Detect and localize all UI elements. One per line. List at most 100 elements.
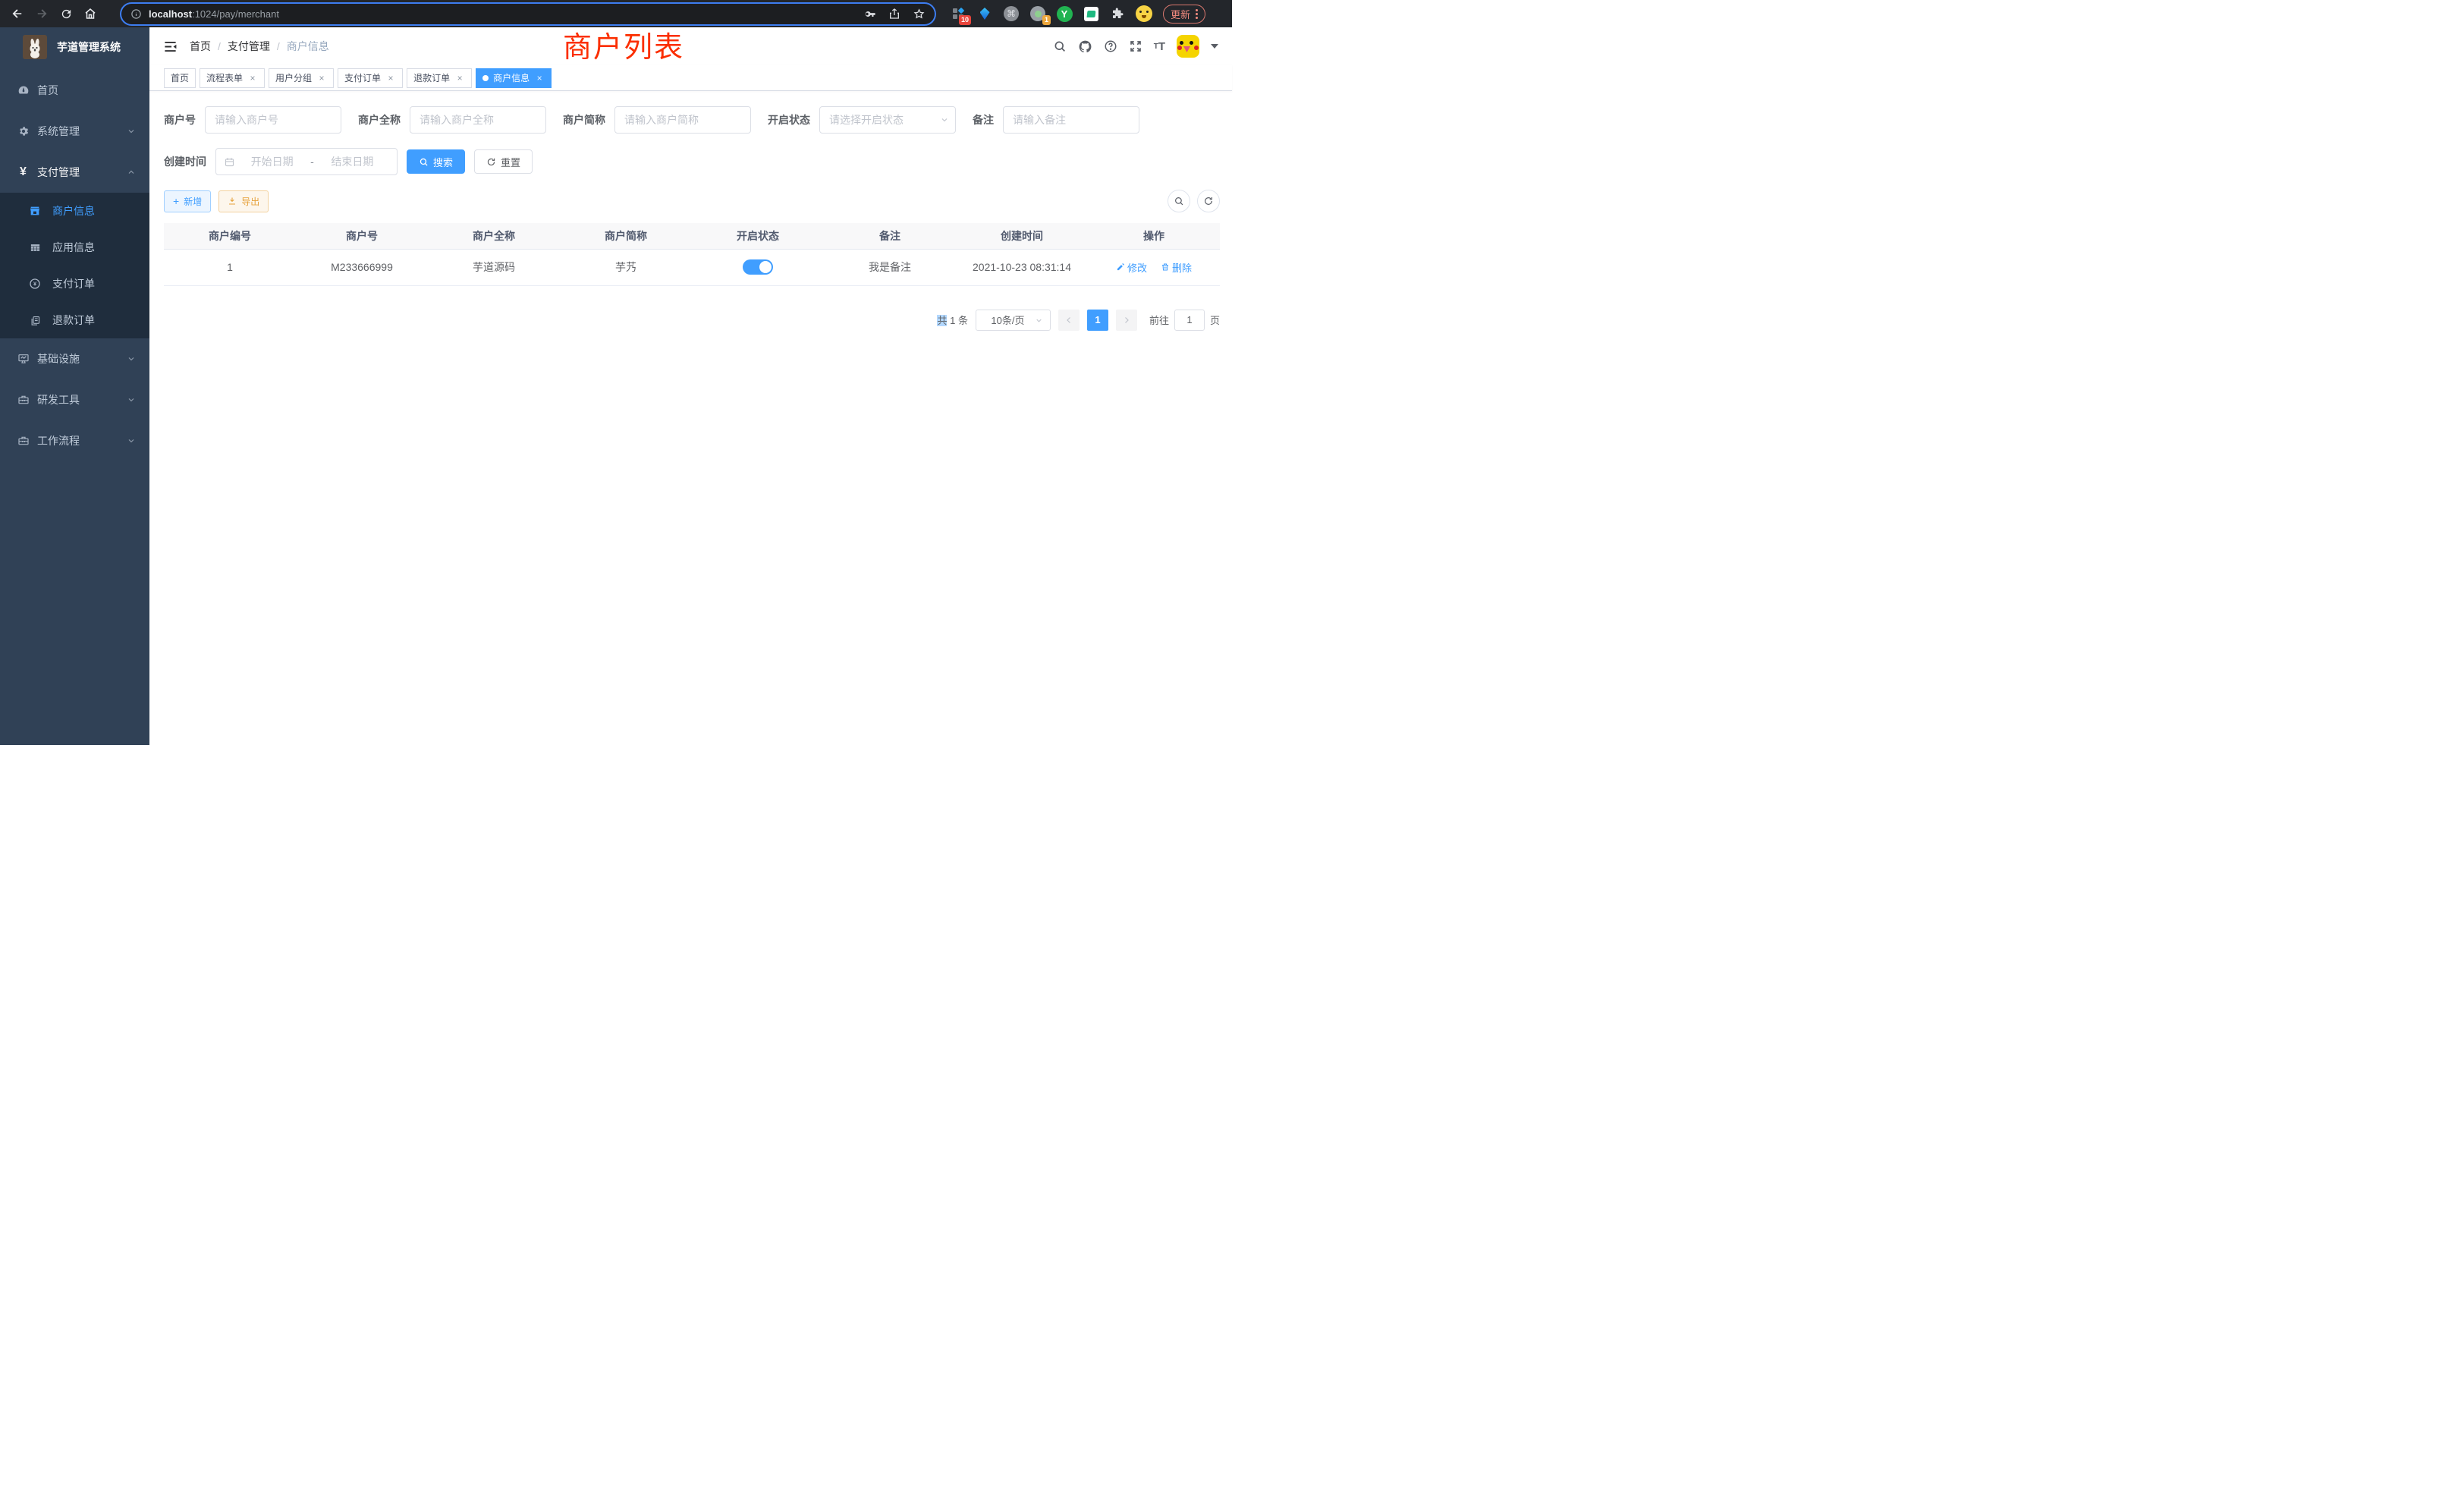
site-info-icon[interactable] <box>130 8 142 20</box>
bookmark-star-icon[interactable] <box>913 8 926 20</box>
status-toggle[interactable] <box>743 259 773 275</box>
extension-command-icon[interactable]: ⌘ <box>1003 5 1020 22</box>
sidebar-item-app-info[interactable]: 应用信息 <box>0 229 149 266</box>
edit-link[interactable]: 修改 <box>1116 260 1147 275</box>
status-select[interactable] <box>819 106 956 134</box>
date-start-placeholder: 开始日期 <box>235 154 309 169</box>
remark-input[interactable] <box>1003 106 1139 134</box>
cell-short-name: 芋艿 <box>560 249 692 285</box>
goto-label: 前往 <box>1149 313 1169 327</box>
status-label: 开启状态 <box>768 112 810 127</box>
breadcrumb: 首页 / 支付管理 / 商户信息 <box>190 39 329 54</box>
page-1-button[interactable]: 1 <box>1087 310 1108 331</box>
create-time-range-picker[interactable]: 开始日期 - 结束日期 <box>215 148 398 175</box>
close-icon[interactable]: × <box>316 73 327 83</box>
export-button[interactable]: 导出 <box>218 190 269 212</box>
short-name-input[interactable] <box>614 106 751 134</box>
tab-process-form[interactable]: 流程表单 × <box>200 68 265 88</box>
sidebar-menu: 首页 系统管理 ¥ 支付管理 <box>0 70 149 461</box>
address-bar[interactable]: localhost:1024/pay/merchant <box>121 4 935 24</box>
browser-profile-avatar[interactable] <box>1136 5 1152 22</box>
header-search-icon[interactable] <box>1053 39 1067 53</box>
extension-badge: 10 <box>959 15 971 25</box>
close-icon[interactable]: × <box>247 73 258 83</box>
delete-link[interactable]: 删除 <box>1161 260 1192 275</box>
close-icon[interactable]: × <box>534 73 545 83</box>
sidebar-item-payment[interactable]: ¥ 支付管理 <box>0 152 149 193</box>
store-icon <box>29 205 41 217</box>
font-size-icon[interactable]: TT <box>1154 40 1165 53</box>
add-button[interactable]: + 新增 <box>164 190 211 212</box>
breadcrumb-payment[interactable]: 支付管理 <box>228 39 270 54</box>
logo-image <box>23 35 47 59</box>
toolbox-icon <box>17 394 30 407</box>
sidebar-item-merchant-info[interactable]: 商户信息 <box>0 193 149 229</box>
merchant-no-label: 商户号 <box>164 112 196 127</box>
merchant-no-input[interactable] <box>205 106 341 134</box>
tab-merchant-info[interactable]: 商户信息 × <box>476 68 552 88</box>
cell-remark: 我是备注 <box>824 249 956 285</box>
prev-page-button[interactable] <box>1058 310 1080 331</box>
refresh-icon <box>1203 196 1214 206</box>
extension-chat-icon[interactable] <box>1083 5 1099 22</box>
extension-y-icon[interactable]: Y <box>1056 5 1073 22</box>
sidebar-item-infrastructure[interactable]: 基础设施 <box>0 338 149 379</box>
browser-update-button[interactable]: 更新 <box>1163 5 1205 24</box>
password-key-icon[interactable] <box>863 8 876 20</box>
tab-pay-order[interactable]: 支付订单 × <box>338 68 403 88</box>
cell-create-time: 2021-10-23 08:31:14 <box>956 249 1088 285</box>
browser-reload-icon[interactable] <box>56 4 76 24</box>
github-icon[interactable] <box>1078 39 1092 54</box>
col-remark: 备注 <box>824 223 956 249</box>
avatar-caret-icon[interactable] <box>1211 44 1218 49</box>
search-button[interactable]: 搜索 <box>407 149 465 174</box>
browser-forward-icon[interactable] <box>32 4 52 24</box>
sidebar-item-pay-order[interactable]: ¥ 支付订单 <box>0 266 149 302</box>
chevron-down-icon <box>940 115 949 124</box>
close-icon[interactable]: × <box>385 73 396 83</box>
extension-dot-icon[interactable]: 1 <box>1029 5 1046 22</box>
create-time-label: 创建时间 <box>164 154 206 169</box>
page-size-select[interactable]: 10条/页 <box>976 310 1051 331</box>
merchant-table: 商户编号 商户号 商户全称 商户简称 开启状态 备注 创建时间 操作 1 M23… <box>164 223 1220 286</box>
extensions-puzzle-icon[interactable] <box>1109 5 1126 22</box>
col-create-time: 创建时间 <box>956 223 1088 249</box>
dashboard-icon <box>17 84 30 97</box>
sidebar-item-dev-tools[interactable]: 研发工具 <box>0 379 149 420</box>
tab-user-group[interactable]: 用户分组 × <box>269 68 334 88</box>
browser-back-icon[interactable] <box>8 4 27 24</box>
share-icon[interactable] <box>888 8 900 20</box>
remark-label: 备注 <box>973 112 994 127</box>
full-name-input[interactable] <box>410 106 546 134</box>
full-name-label: 商户全称 <box>358 112 401 127</box>
sidebar-item-workflow[interactable]: 工作流程 <box>0 420 149 461</box>
sidebar-collapse-icon[interactable] <box>163 39 178 54</box>
breadcrumb-home[interactable]: 首页 <box>190 39 211 54</box>
browser-home-icon[interactable] <box>80 4 100 24</box>
extension-grid-icon[interactable]: 10 <box>950 5 966 22</box>
fullscreen-icon[interactable] <box>1129 39 1142 53</box>
next-page-button[interactable] <box>1116 310 1137 331</box>
cell-full-name: 芋道源码 <box>428 249 560 285</box>
refresh-table-button[interactable] <box>1197 190 1220 212</box>
browser-menu-icon[interactable] <box>1196 9 1198 19</box>
sidebar-item-system[interactable]: 系统管理 <box>0 111 149 152</box>
table-toolbar: + 新增 导出 <box>164 190 1220 212</box>
app-title: 芋道管理系统 <box>57 39 121 55</box>
tab-home[interactable]: 首页 <box>164 68 196 88</box>
close-icon[interactable]: × <box>454 73 465 83</box>
extension-kite-icon[interactable] <box>976 5 993 22</box>
help-icon[interactable] <box>1104 39 1117 53</box>
tags-view: 首页 流程表单 × 用户分组 × 支付订单 × 退款订单 × 商户信息 × <box>149 65 1232 91</box>
tab-refund-order[interactable]: 退款订单 × <box>407 68 472 88</box>
col-status: 开启状态 <box>692 223 824 249</box>
download-icon <box>228 196 237 206</box>
sidebar-item-refund-order[interactable]: 退款订单 <box>0 302 149 338</box>
show-search-toggle-button[interactable] <box>1168 190 1190 212</box>
goto-page-input[interactable] <box>1174 310 1205 331</box>
url-text: localhost:1024/pay/merchant <box>149 8 863 20</box>
reset-button[interactable]: 重置 <box>474 149 533 174</box>
user-avatar[interactable] <box>1177 35 1199 58</box>
col-short-name: 商户简称 <box>560 223 692 249</box>
sidebar-item-home[interactable]: 首页 <box>0 70 149 111</box>
